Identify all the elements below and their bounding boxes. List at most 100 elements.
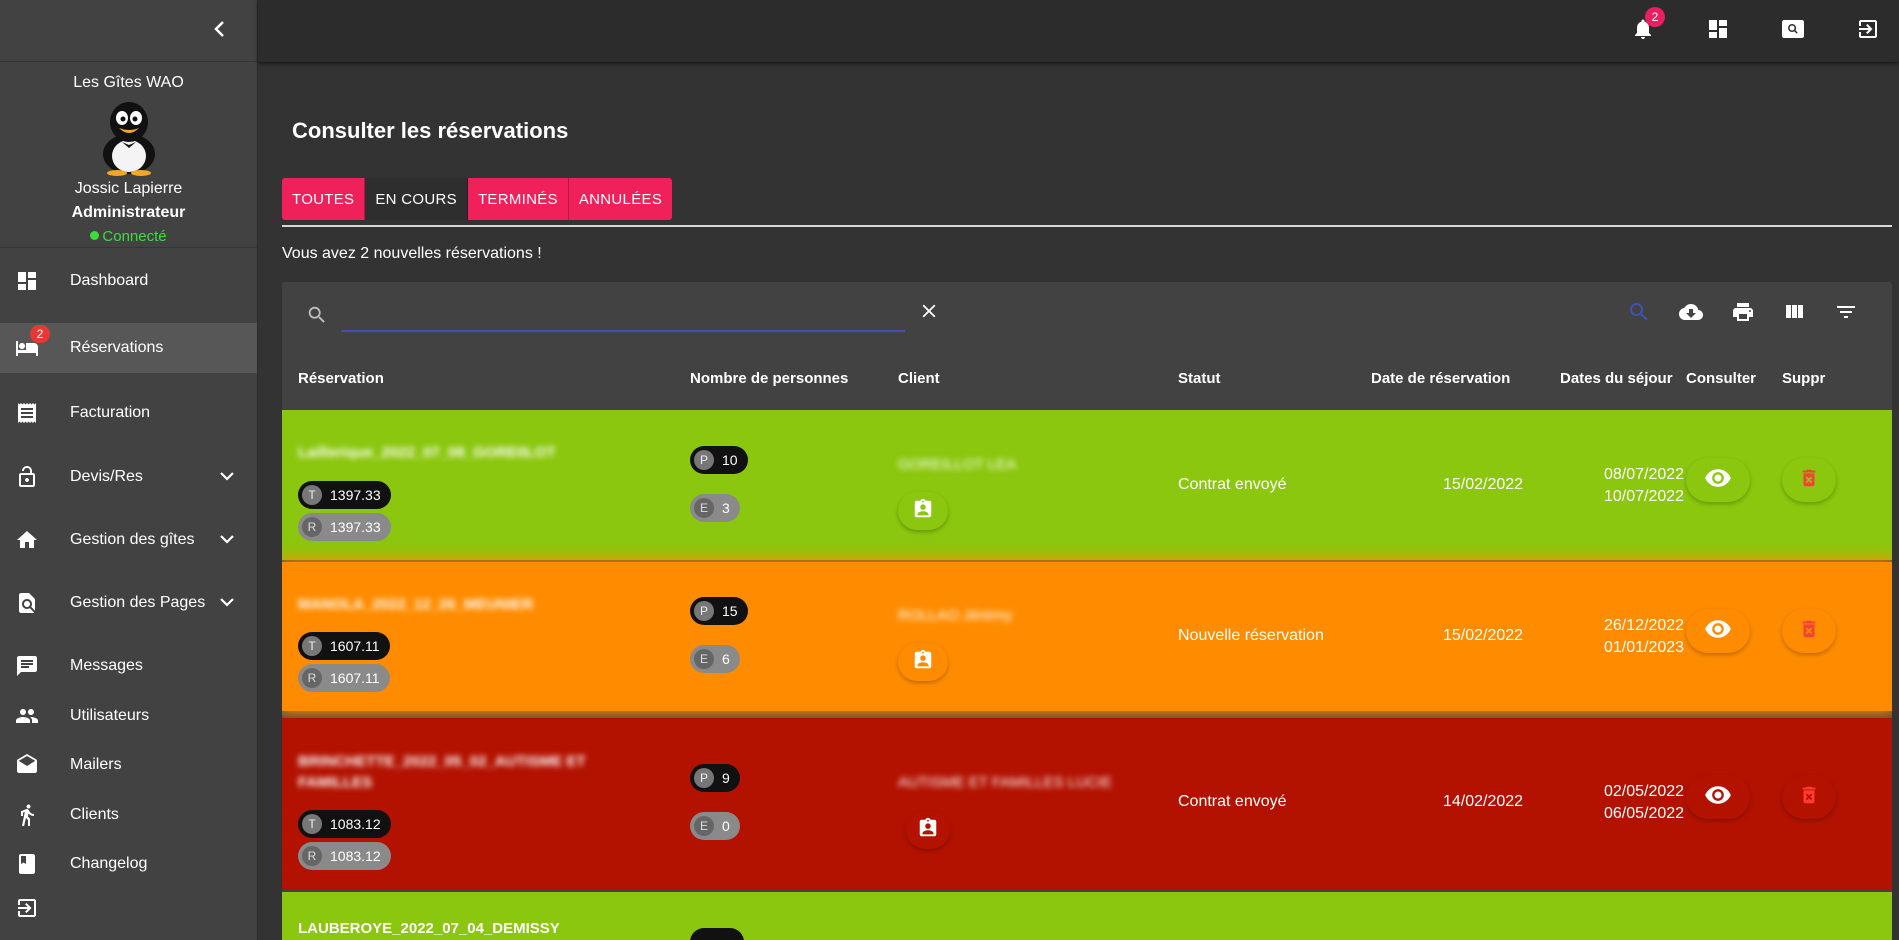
sidebar-item-dashboard[interactable]: Dashboard	[0, 256, 257, 306]
notifications-button[interactable]: 2	[1626, 7, 1665, 48]
children-count: 3	[722, 500, 730, 516]
chevron-left-icon	[213, 20, 227, 43]
sidebar-item-label: Clients	[70, 806, 119, 823]
stay-start-date: 08/07/2022	[1604, 466, 1685, 483]
table-row[interactable]: Laillerique_2022_07_08_GOREIILOT T 1397.…	[282, 410, 1892, 560]
view-reservation-button[interactable]	[1686, 458, 1750, 502]
reservations-table: Réservation Nombre de personnes Client S…	[282, 282, 1892, 940]
children-letter: E	[694, 816, 714, 836]
home-icon	[14, 527, 40, 553]
cloud-download-icon	[1677, 300, 1705, 329]
rest-pill: R 1083.12	[298, 842, 391, 870]
rest-amount: 1607.11	[330, 670, 380, 686]
new-reservations-notice: Vous avez 2 nouvelles réservations !	[282, 245, 542, 262]
table-row[interactable]: MANOLA_2022_12_26_MEUNIER T 1607.11 R 16…	[282, 562, 1892, 711]
persons-pill: P 9	[690, 764, 740, 792]
user-status: Connecté	[0, 228, 257, 245]
column-header-persons[interactable]: Nombre de personnes	[690, 346, 848, 410]
reservation-date: 15/02/2022	[1443, 476, 1524, 493]
column-header-client[interactable]: Client	[898, 346, 940, 410]
view-columns-icon	[1782, 300, 1806, 329]
tab-en-cours[interactable]: EN COURS	[365, 178, 468, 220]
delete-reservation-button[interactable]	[1782, 775, 1836, 819]
search-toggle-button[interactable]	[1621, 296, 1657, 332]
sidebar-logout-button[interactable]	[0, 885, 257, 931]
stay-end-date: 01/01/2023	[1604, 639, 1685, 656]
filter-button[interactable]	[1828, 296, 1864, 332]
sidebar-item-label: Messages	[70, 657, 143, 674]
persons-count: 15	[722, 603, 738, 619]
delete-reservation-button[interactable]	[1782, 609, 1836, 653]
print-button[interactable]	[1725, 296, 1761, 332]
column-header-reservation[interactable]: Réservation	[298, 346, 384, 410]
view-reservation-button[interactable]	[1686, 775, 1750, 819]
table-row[interactable]: BRINCHETTE_2022_05_02_AUTISME ET FAMILLE…	[282, 718, 1892, 890]
status-text: Contrat envoyé	[1178, 793, 1287, 810]
download-csv-button[interactable]	[1673, 296, 1709, 332]
total-amount: 1397.33	[330, 487, 381, 503]
table-row[interactable]: LAUBEROYE_2022_07_04_DEMISSY	[282, 892, 1892, 940]
stay-end-date: 06/05/2022	[1604, 805, 1685, 822]
column-header-date-reservation[interactable]: Date de réservation	[1371, 346, 1510, 410]
sidebar-item-label: Gestion des Pages	[70, 594, 206, 611]
chevron-down-icon	[219, 468, 235, 486]
main-content: Consulter les réservations TOUTES EN COU…	[258, 62, 1899, 940]
sidebar-item-label: Réservations	[70, 339, 164, 356]
page-search-button[interactable]	[1776, 14, 1810, 48]
dashboard-icon	[1706, 17, 1730, 46]
image-search-icon	[1780, 17, 1806, 46]
sidebar-item-reservations[interactable]: 2 Réservations	[0, 323, 257, 373]
dashboard-shortcut-button[interactable]	[1701, 14, 1735, 48]
reservations-badge: 2	[30, 325, 50, 343]
sidebar-item-gestion-pages[interactable]: Gestion des Pages	[0, 578, 257, 628]
trash-icon	[1798, 466, 1820, 495]
total-pill: T 1607.11	[298, 632, 390, 660]
sidebar-item-label: Changelog	[70, 855, 148, 872]
reservation-name: LAUBEROYE_2022_07_04_DEMISSY	[298, 920, 560, 937]
client-card-button[interactable]	[898, 643, 948, 681]
persons-letter: P	[694, 450, 714, 470]
rest-pill: R 1397.33	[298, 513, 391, 541]
reservation-date: 14/02/2022	[1443, 793, 1524, 810]
sidebar-item-changelog[interactable]: Changelog	[0, 839, 257, 889]
sidebar-item-label: Devis/Res	[70, 468, 143, 485]
sidebar-item-clients[interactable]: Clients	[0, 790, 257, 840]
chevron-down-icon	[219, 531, 235, 549]
sidebar-item-facturation[interactable]: Facturation	[0, 388, 257, 438]
children-letter: E	[694, 649, 714, 669]
stay-start-date: 26/12/2022	[1604, 617, 1685, 634]
eye-icon	[1700, 615, 1736, 648]
persons-count: 10	[722, 452, 738, 468]
tab-termines[interactable]: TERMINÉS	[468, 178, 569, 220]
rest-amount: 1397.33	[330, 519, 381, 535]
clear-search-icon[interactable]	[918, 300, 940, 327]
client-card-button[interactable]	[898, 492, 948, 530]
sidebar-item-devis-res[interactable]: Devis/Res	[0, 452, 257, 502]
receipt-icon	[14, 400, 40, 426]
dashboard-icon	[14, 268, 40, 294]
eye-icon	[1700, 464, 1736, 497]
collapse-sidebar-button[interactable]	[205, 16, 235, 46]
sidebar-item-label: Dashboard	[70, 272, 149, 289]
sidebar-item-messages[interactable]: Messages	[0, 641, 257, 691]
user-name: Jossic Lapierre	[74, 180, 183, 197]
column-header-status[interactable]: Statut	[1178, 346, 1221, 410]
tab-annulees[interactable]: ANNULÉES	[569, 178, 672, 220]
client-card-button[interactable]	[906, 811, 950, 849]
view-columns-button[interactable]	[1776, 296, 1812, 332]
tabs-divider	[282, 225, 1892, 227]
rest-pill: R 1607.11	[298, 664, 390, 692]
delete-reservation-button[interactable]	[1782, 458, 1836, 502]
status-dot	[90, 231, 100, 240]
logout-button[interactable]	[1851, 14, 1885, 48]
view-reservation-button[interactable]	[1686, 609, 1750, 653]
children-pill: E 3	[690, 494, 740, 522]
tab-toutes[interactable]: TOUTES	[282, 178, 366, 220]
children-letter: E	[694, 498, 714, 518]
sidebar-item-utilisateurs[interactable]: Utilisateurs	[0, 691, 257, 741]
column-header-stay-dates[interactable]: Dates du séjour	[1560, 346, 1673, 410]
walking-person-icon	[14, 802, 40, 828]
sidebar-item-gestion-gites[interactable]: Gestion des gîtes	[0, 515, 257, 565]
sidebar-item-mailers[interactable]: Mailers	[0, 740, 257, 790]
search-input[interactable]	[341, 298, 905, 332]
